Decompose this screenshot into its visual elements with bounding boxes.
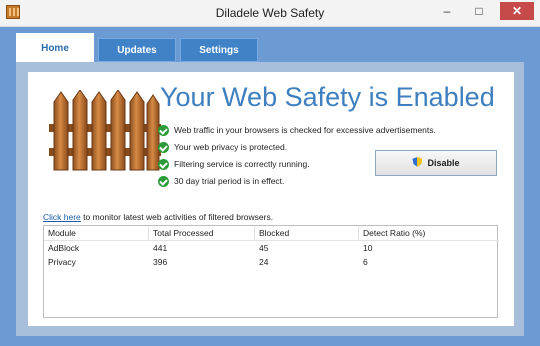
row-module: AdBlock bbox=[48, 243, 80, 253]
window-controls: ‒ □ ✕ bbox=[436, 2, 534, 20]
minimize-button[interactable]: ‒ bbox=[436, 2, 458, 20]
shield-icon bbox=[412, 157, 422, 169]
status-text: Web traffic in your browsers is checked … bbox=[174, 125, 436, 135]
tab-updates[interactable]: Updates bbox=[98, 38, 176, 62]
header-detect-ratio[interactable]: Detect Ratio (%) bbox=[359, 226, 499, 240]
tab-home[interactable]: Home bbox=[16, 33, 94, 63]
table-header: Module Total Processed Blocked Detect Ra… bbox=[44, 226, 499, 241]
monitor-link[interactable]: Click here bbox=[43, 212, 81, 222]
status-text: Filtering service is correctly running. bbox=[174, 159, 310, 169]
check-icon bbox=[158, 158, 169, 170]
header-module[interactable]: Module bbox=[44, 226, 149, 240]
maximize-button[interactable]: □ bbox=[468, 2, 490, 20]
status-text: 30 day trial period is in effect. bbox=[174, 176, 285, 186]
table-row[interactable]: Privacy 396 24 6 bbox=[44, 255, 499, 269]
row-blocked: 45 bbox=[259, 243, 269, 253]
row-module: Privacy bbox=[48, 257, 76, 267]
header-blocked[interactable]: Blocked bbox=[255, 226, 359, 240]
close-button[interactable]: ✕ bbox=[500, 2, 534, 20]
check-icon bbox=[158, 141, 169, 153]
home-panel: Your Web Safety is Enabled Web traffic i… bbox=[28, 72, 514, 326]
table-row[interactable]: AdBlock 441 45 10 bbox=[44, 241, 499, 255]
status-item: Web traffic in your browsers is checked … bbox=[158, 122, 448, 138]
status-text: Your web privacy is protected. bbox=[174, 142, 288, 152]
check-icon bbox=[158, 124, 169, 136]
disable-button-label: Disable bbox=[427, 158, 460, 168]
statistics-table: Module Total Processed Blocked Detect Ra… bbox=[43, 225, 499, 318]
application-window: Diladele Web Safety ‒ □ ✕ Home Updates S… bbox=[0, 0, 540, 346]
header-total-processed[interactable]: Total Processed bbox=[149, 226, 255, 240]
check-icon bbox=[158, 175, 169, 187]
fence-icon bbox=[49, 90, 161, 171]
title-bar[interactable]: Diladele Web Safety ‒ □ ✕ bbox=[0, 0, 540, 27]
disable-button[interactable]: Disable bbox=[375, 150, 497, 176]
tab-settings[interactable]: Settings bbox=[180, 38, 258, 62]
status-headline: Your Web Safety is Enabled bbox=[160, 82, 495, 112]
row-detect-ratio: 6 bbox=[363, 257, 368, 267]
row-blocked: 24 bbox=[259, 257, 269, 267]
monitor-line: Click here to monitor latest web activit… bbox=[43, 212, 273, 222]
row-total-processed: 396 bbox=[153, 257, 168, 267]
row-total-processed: 441 bbox=[153, 243, 168, 253]
monitor-text: to monitor latest web activities of filt… bbox=[80, 212, 274, 222]
row-detect-ratio: 10 bbox=[363, 243, 373, 253]
content-area: Your Web Safety is Enabled Web traffic i… bbox=[16, 62, 524, 336]
